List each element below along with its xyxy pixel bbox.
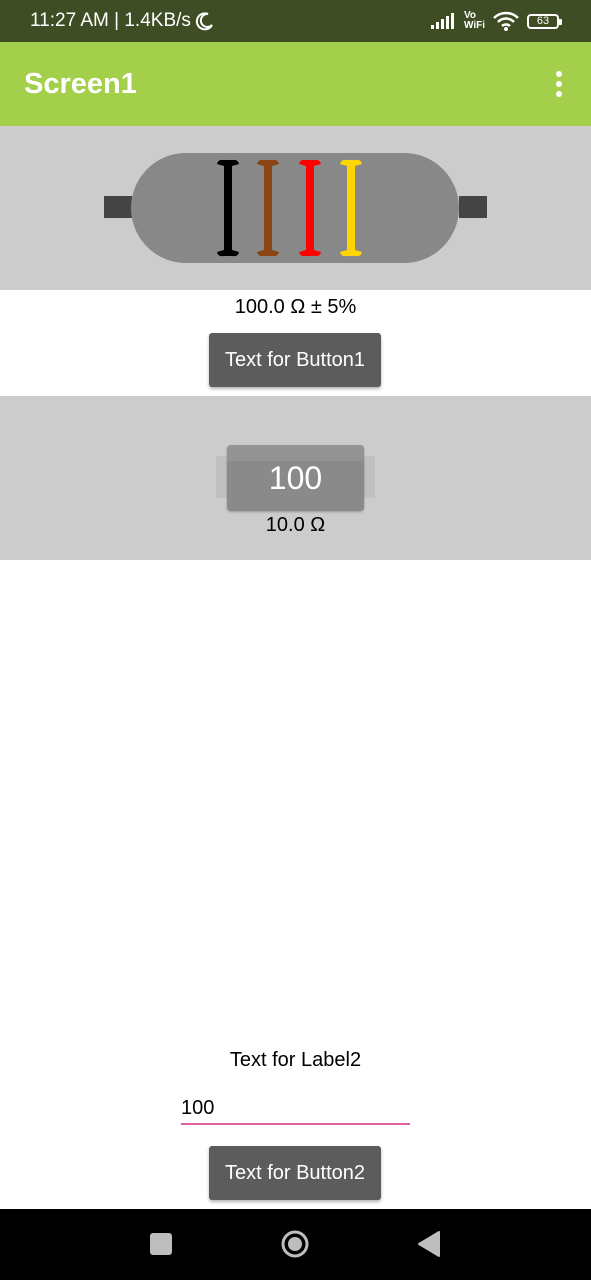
app-title: Screen1 xyxy=(24,67,137,100)
resistor-band-3 xyxy=(299,159,321,257)
moon-icon xyxy=(195,12,213,31)
status-right: Vo WiFi 63 xyxy=(430,11,562,31)
button2[interactable]: Text for Button2 xyxy=(209,1146,381,1200)
resistance-value-label: 100.0 Ω ± 5% xyxy=(234,296,357,318)
button1[interactable]: Text for Button1 xyxy=(209,333,381,387)
wifi-label: WiFi xyxy=(463,20,485,31)
resistor-bands xyxy=(217,159,362,257)
resistor-band-2 xyxy=(257,159,279,257)
navigation-bar xyxy=(0,1209,591,1280)
wifi-icon xyxy=(493,11,519,31)
battery-level: 63 xyxy=(536,15,550,27)
more-vert-icon[interactable] xyxy=(547,69,571,99)
resistor-band-1 xyxy=(217,159,239,257)
value-textbox[interactable] xyxy=(181,1093,410,1125)
signal-icon xyxy=(430,13,454,29)
picker-value: 100 xyxy=(268,459,323,496)
app-bar: Screen1 xyxy=(0,42,591,126)
back-icon[interactable] xyxy=(417,1231,441,1257)
recents-icon[interactable] xyxy=(150,1233,172,1255)
status-time-speed: 11:27 AM | 1.4KB/s xyxy=(30,10,191,31)
vowifi-indicator: Vo WiFi xyxy=(464,11,485,31)
resistor-panel xyxy=(0,126,591,290)
resistor-band-4 xyxy=(340,159,362,257)
picker-label: 10.0 Ω xyxy=(265,514,326,536)
picker-value-button[interactable]: 100 xyxy=(227,445,364,511)
status-left: 11:27 AM | 1.4KB/s xyxy=(30,10,215,32)
battery-icon: 63 xyxy=(527,13,562,29)
status-bar: 11:27 AM | 1.4KB/s Vo WiFi 63 xyxy=(0,0,591,42)
picker-panel: 100 10.0 Ω xyxy=(0,396,591,560)
home-icon[interactable] xyxy=(281,1230,309,1258)
label2: Text for Label2 xyxy=(229,1049,362,1071)
